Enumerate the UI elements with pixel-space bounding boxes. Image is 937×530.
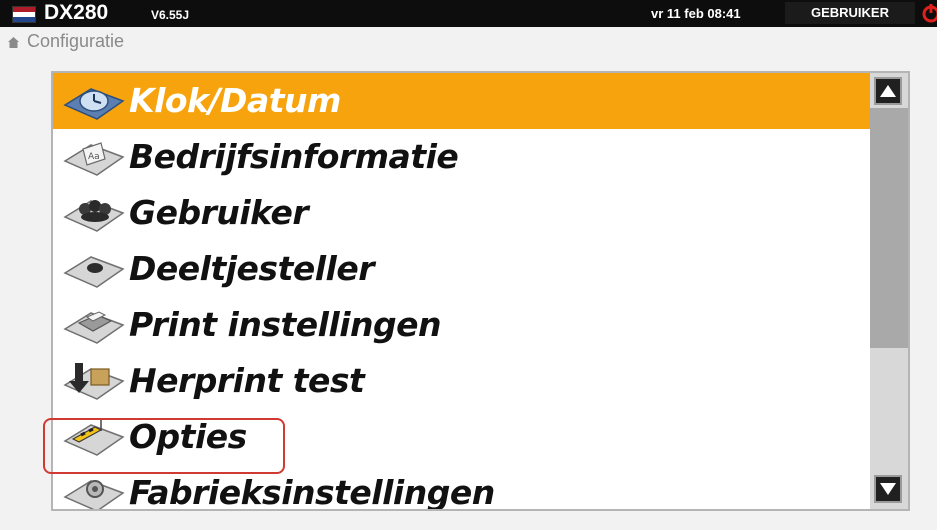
datetime-label: vr 11 feb 08:41 <box>651 6 741 21</box>
factory-settings-icon <box>63 480 125 509</box>
reprint-icon <box>63 363 125 400</box>
power-icon[interactable] <box>920 2 937 24</box>
users-icon <box>63 200 125 232</box>
highlight-box <box>43 418 285 474</box>
app-title: DX280 <box>44 1 109 24</box>
menu-item-bedrijfsinformatie[interactable]: Aa Bedrijfsinformatie <box>53 129 870 185</box>
menu-item-herprint-test[interactable]: Herprint test <box>53 353 870 409</box>
scroll-down-button[interactable] <box>874 475 902 503</box>
home-icon[interactable] <box>8 37 19 48</box>
breadcrumb[interactable]: Configuratie <box>8 31 124 55</box>
scrollbar[interactable] <box>870 73 908 509</box>
arrow-down-icon <box>880 483 896 495</box>
user-button[interactable]: GEBRUIKER <box>785 2 915 24</box>
menu-item-print-instellingen[interactable]: Print instellingen <box>53 297 870 353</box>
menu-item-klok-datum[interactable]: Klok/Datum <box>53 73 870 129</box>
menu-item-label: Bedrijfsinformatie <box>129 137 459 176</box>
company-info-icon: Aa <box>63 142 125 176</box>
breadcrumb-label: Configuratie <box>27 31 125 51</box>
clock-icon <box>63 88 125 120</box>
menu-item-label: Gebruiker <box>129 193 309 232</box>
menu-item-label: Herprint test <box>129 361 365 400</box>
particle-counter-icon <box>63 256 125 288</box>
netherlands-flag-icon <box>12 6 36 23</box>
menu-item-gebruiker[interactable]: Gebruiker <box>53 185 870 241</box>
menu-item-label: Print instellingen <box>129 305 442 344</box>
scroll-thumb[interactable] <box>870 108 908 348</box>
top-bar: DX280 V6.55J vr 11 feb 08:41 GEBRUIKER <box>0 0 937 27</box>
arrow-up-icon <box>880 85 896 97</box>
menu-item-label: Klok/Datum <box>129 81 341 120</box>
scroll-up-button[interactable] <box>874 77 902 105</box>
version-label: V6.55J <box>151 8 190 22</box>
menu-item-label: Fabrieksinstellingen <box>129 473 495 511</box>
menu-item-label: Deeltjesteller <box>129 249 375 288</box>
menu-item-deeltjesteller[interactable]: Deeltjesteller <box>53 241 870 297</box>
svg-text:Aa: Aa <box>88 152 100 162</box>
printer-icon <box>63 311 125 344</box>
